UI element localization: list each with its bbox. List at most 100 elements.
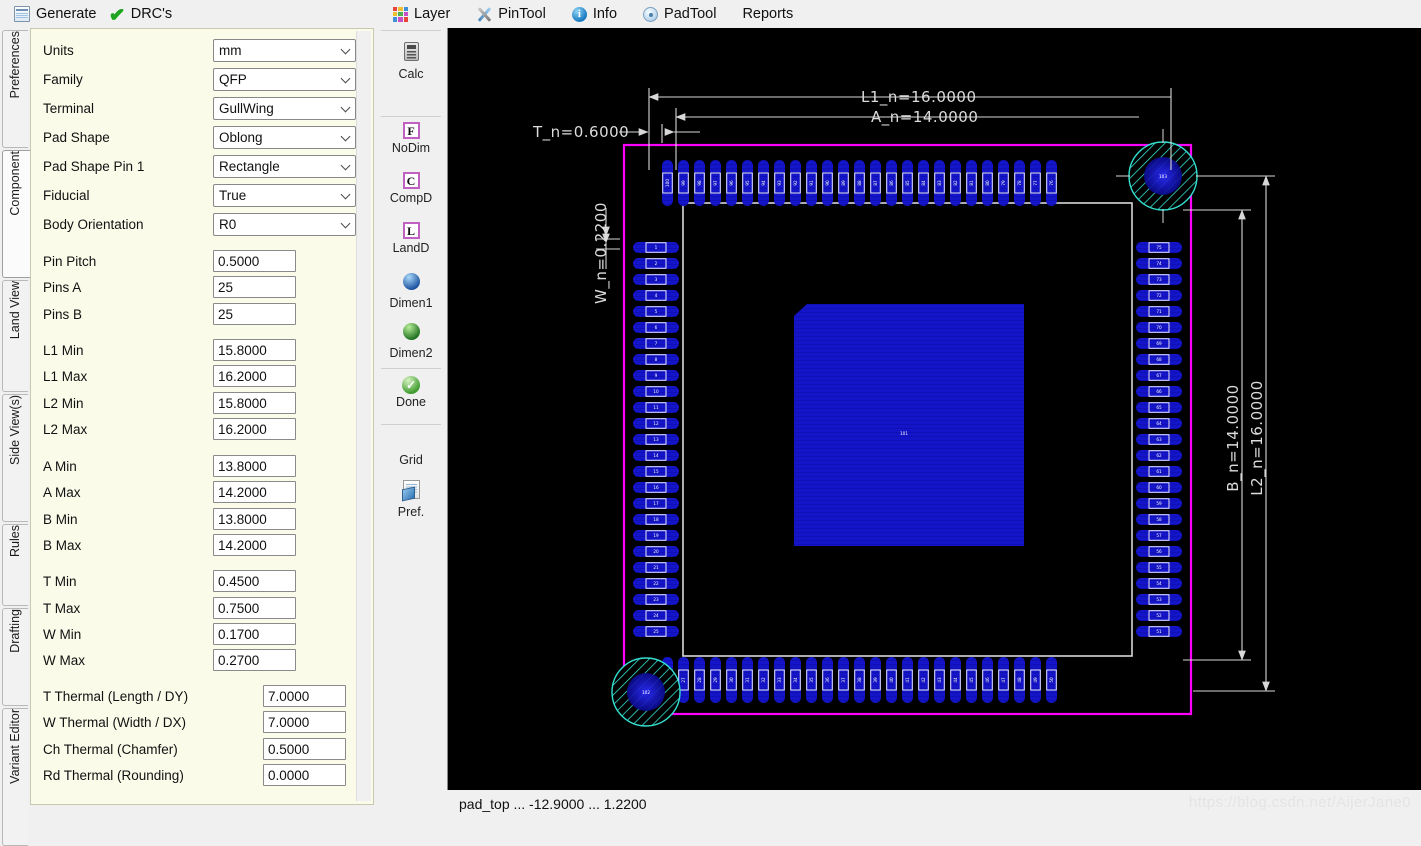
input-l1-min[interactable] xyxy=(213,339,296,361)
pad[interactable]: 12 xyxy=(633,418,679,429)
generate-button[interactable]: Generate xyxy=(14,6,96,22)
tool-compd[interactable]: C CompD xyxy=(375,172,447,205)
pad[interactable]: 88 xyxy=(854,160,865,206)
pad[interactable]: 32 xyxy=(758,657,769,703)
pad[interactable]: 86 xyxy=(886,160,897,206)
pad[interactable]: 30 xyxy=(726,657,737,703)
pad[interactable]: 1 xyxy=(633,242,679,253)
input-t-max[interactable] xyxy=(213,597,296,619)
input-ch-thermal[interactable] xyxy=(263,738,346,760)
tab-rules[interactable]: Rules xyxy=(2,524,28,606)
layer-button[interactable]: Layer xyxy=(393,6,450,22)
fiducial-bottom-left[interactable]: 102 xyxy=(612,658,680,726)
pad[interactable]: 91 xyxy=(806,160,817,206)
pintool-button[interactable]: PinTool xyxy=(476,6,546,22)
pad[interactable]: 8 xyxy=(633,354,679,365)
pad[interactable]: 7 xyxy=(633,338,679,349)
thermal-pad[interactable] xyxy=(794,304,1024,546)
pad[interactable]: 55 xyxy=(1136,562,1182,573)
input-w-min[interactable] xyxy=(213,623,296,645)
pad[interactable]: 68 xyxy=(1136,354,1182,365)
pad[interactable]: 16 xyxy=(633,482,679,493)
pad[interactable]: 52 xyxy=(1136,610,1182,621)
pad[interactable]: 4 xyxy=(633,290,679,301)
pad[interactable]: 19 xyxy=(633,530,679,541)
pad[interactable]: 29 xyxy=(710,657,721,703)
pad[interactable]: 20 xyxy=(633,546,679,557)
pad[interactable]: 71 xyxy=(1136,306,1182,317)
pad[interactable]: 36 xyxy=(822,657,833,703)
pad[interactable]: 3 xyxy=(633,274,679,285)
pad[interactable]: 9 xyxy=(633,370,679,381)
pad[interactable]: 87 xyxy=(870,160,881,206)
tab-component[interactable]: Component xyxy=(2,150,30,278)
info-button[interactable]: i Info xyxy=(572,6,617,22)
pad[interactable]: 41 xyxy=(902,657,913,703)
select-units[interactable]: mm xyxy=(213,39,356,62)
pad[interactable]: 74 xyxy=(1136,258,1182,269)
pad[interactable]: 53 xyxy=(1136,594,1182,605)
tab-drafting[interactable]: Drafting xyxy=(2,608,28,706)
pad[interactable]: 17 xyxy=(633,498,679,509)
tool-calc[interactable]: Calc xyxy=(375,42,447,81)
pad[interactable]: 61 xyxy=(1136,466,1182,477)
pad[interactable]: 46 xyxy=(982,657,993,703)
pad[interactable]: 37 xyxy=(838,657,849,703)
input-l2-max[interactable] xyxy=(213,418,296,440)
pad[interactable]: 93 xyxy=(774,160,785,206)
pad[interactable]: 76 xyxy=(1046,160,1057,206)
pad[interactable]: 80 xyxy=(982,160,993,206)
pad[interactable]: 78 xyxy=(1014,160,1025,206)
pad[interactable]: 100 xyxy=(662,160,673,206)
input-b-min[interactable] xyxy=(213,508,296,530)
pad[interactable]: 6 xyxy=(633,322,679,333)
tool-dimen2[interactable]: Dimen2 xyxy=(375,323,447,360)
padtool-button[interactable]: PadTool xyxy=(643,6,716,22)
input-w-thermal[interactable] xyxy=(263,711,346,733)
pad[interactable]: 92 xyxy=(790,160,801,206)
pad[interactable]: 13 xyxy=(633,434,679,445)
tool-landd[interactable]: L LandD xyxy=(375,222,447,255)
pad[interactable]: 65 xyxy=(1136,402,1182,413)
pad[interactable]: 48 xyxy=(1014,657,1025,703)
pad[interactable]: 67 xyxy=(1136,370,1182,381)
tool-pref[interactable]: Pref. xyxy=(375,480,447,519)
tab-land-view[interactable]: Land View xyxy=(2,280,28,392)
pad[interactable]: 28 xyxy=(694,657,705,703)
input-l1-max[interactable] xyxy=(213,365,296,387)
pad[interactable]: 54 xyxy=(1136,578,1182,589)
pad[interactable]: 15 xyxy=(633,466,679,477)
pad[interactable]: 58 xyxy=(1136,514,1182,525)
pad[interactable]: 45 xyxy=(966,657,977,703)
pad[interactable]: 62 xyxy=(1136,450,1182,461)
pad[interactable]: 84 xyxy=(918,160,929,206)
pad[interactable]: 85 xyxy=(902,160,913,206)
pad[interactable]: 18 xyxy=(633,514,679,525)
pad[interactable]: 64 xyxy=(1136,418,1182,429)
pad[interactable]: 39 xyxy=(870,657,881,703)
pad[interactable]: 70 xyxy=(1136,322,1182,333)
select-family[interactable]: QFP xyxy=(213,68,356,91)
input-pins-a[interactable] xyxy=(213,276,296,298)
pad[interactable]: 77 xyxy=(1030,160,1041,206)
pad[interactable]: 25 xyxy=(633,626,679,637)
pad[interactable]: 49 xyxy=(1030,657,1041,703)
pad[interactable]: 72 xyxy=(1136,290,1182,301)
reports-button[interactable]: Reports xyxy=(742,6,793,22)
tab-side-views[interactable]: Side View(s) xyxy=(2,394,28,522)
pad[interactable]: 69 xyxy=(1136,338,1182,349)
tool-dimen1[interactable]: Dimen1 xyxy=(375,273,447,310)
pad[interactable]: 23 xyxy=(633,594,679,605)
pad[interactable]: 10 xyxy=(633,386,679,397)
pad[interactable]: 33 xyxy=(774,657,785,703)
pad[interactable]: 21 xyxy=(633,562,679,573)
pad[interactable]: 40 xyxy=(886,657,897,703)
pad[interactable]: 57 xyxy=(1136,530,1182,541)
tool-done[interactable]: ✓ Done xyxy=(375,376,447,409)
pad[interactable]: 94 xyxy=(758,160,769,206)
pad[interactable]: 24 xyxy=(633,610,679,621)
pad[interactable]: 59 xyxy=(1136,498,1182,509)
input-a-min[interactable] xyxy=(213,455,296,477)
pad[interactable]: 81 xyxy=(966,160,977,206)
cad-canvas[interactable]: 101 123456789101112131415161718192021222… xyxy=(447,28,1421,790)
